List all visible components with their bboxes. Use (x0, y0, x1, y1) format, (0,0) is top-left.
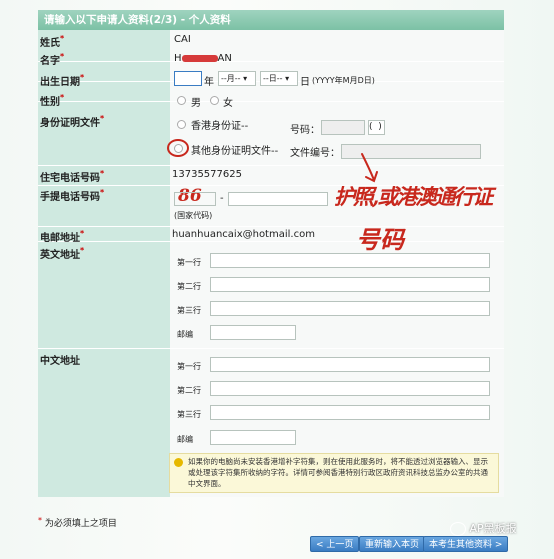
application-form: 请输入以下申请人资料(2/3) - 个人资料 姓氏* CAI 名字* H AN 出… (38, 10, 504, 497)
doc-number-label: 文件编号： (290, 148, 340, 159)
home-phone-value: 13735577625 (172, 169, 242, 180)
next-page-button[interactable]: 本考生其他资料 > (423, 536, 509, 552)
en-address-line1-input[interactable] (210, 253, 490, 268)
mobile-label: 手提电话号码* (40, 188, 105, 203)
id-doc-label: 身份证明文件* (40, 114, 105, 129)
gender-male-radio[interactable] (177, 96, 186, 105)
en-line1-label: 第一行 (177, 258, 201, 267)
en-postcode-input[interactable] (210, 325, 296, 340)
reset-page-button[interactable]: 重新输入本页 (359, 536, 426, 552)
form-title: 请输入以下申请人资料(2/3) - 个人资料 (38, 10, 504, 30)
annotation-line1: 护照,或港澳通行证 (334, 184, 493, 209)
zh-line3-label: 第三行 (177, 410, 201, 419)
zh-address-line3-input[interactable] (210, 405, 490, 420)
en-address-line2-input[interactable] (210, 277, 490, 292)
dob-month-select[interactable]: --月-- ▾ (218, 71, 256, 86)
dob-format-hint: (YYYY年M月D日) (312, 76, 375, 85)
zh-line2-label: 第二行 (177, 386, 201, 395)
prev-page-button[interactable]: < 上一页 (310, 536, 360, 552)
annotation-line2: 号码 (356, 225, 404, 254)
dob-label: 出生日期* (40, 73, 85, 88)
wechat-icon (450, 522, 466, 536)
home-phone-label: 住宅电话号码* (40, 169, 105, 184)
id-number-label: 号码： (290, 125, 320, 136)
en-line2-label: 第二行 (177, 282, 201, 291)
email-value: huanhuancaix@hotmail.com (172, 229, 315, 240)
english-address-label: 英文地址* (40, 246, 85, 261)
phone-dash: - (220, 193, 224, 204)
watermark: AP黑板报 (450, 520, 517, 536)
year-unit: 年 (204, 77, 214, 88)
gender-male-label: 男 (191, 98, 201, 109)
zh-address-line1-input[interactable] (210, 357, 490, 372)
dob-year-input[interactable] (174, 71, 202, 86)
day-unit: 日 (300, 77, 310, 88)
zh-address-line2-input[interactable] (210, 381, 490, 396)
id-number-input[interactable] (321, 120, 365, 135)
required-note: * 为必须填上之项目 (38, 516, 117, 529)
mobile-number-input[interactable] (228, 192, 328, 206)
id-hk-option: 香港身份证-- (191, 121, 249, 132)
charset-notice: 如果你的电脑尚未安装香港增补字符集，则在使用此服务时，将不能透过浏览器输入、显示… (169, 453, 499, 493)
zh-line1-label: 第一行 (177, 362, 201, 371)
gender-label: 性别* (40, 93, 65, 108)
lightbulb-icon (174, 458, 183, 467)
id-other-option: 其他身份证明文件-- (191, 146, 279, 157)
zh-postcode-label: 邮编 (177, 435, 193, 444)
surname-value: CAI (174, 34, 191, 45)
given-name-label: 名字* (40, 52, 65, 67)
gender-female-label: 女 (223, 98, 233, 109)
id-check-digit-input[interactable]: ( ) (368, 120, 385, 135)
id-hk-radio[interactable] (177, 120, 186, 129)
given-name-value: H AN (174, 53, 232, 64)
country-code-input[interactable] (174, 192, 216, 206)
redaction-mark (181, 54, 218, 62)
en-line3-label: 第三行 (177, 306, 201, 315)
country-code-caption: (国家代码) (174, 211, 213, 220)
en-postcode-label: 邮编 (177, 330, 193, 339)
chinese-address-label: 中文地址 (40, 356, 80, 367)
dob-day-select[interactable]: --日-- ▾ (260, 71, 298, 86)
en-address-line3-input[interactable] (210, 301, 490, 316)
surname-label: 姓氏* (40, 34, 65, 49)
email-label: 电邮地址* (40, 229, 85, 244)
id-other-radio[interactable] (174, 144, 183, 153)
zh-postcode-input[interactable] (210, 430, 296, 445)
gender-female-radio[interactable] (210, 96, 219, 105)
